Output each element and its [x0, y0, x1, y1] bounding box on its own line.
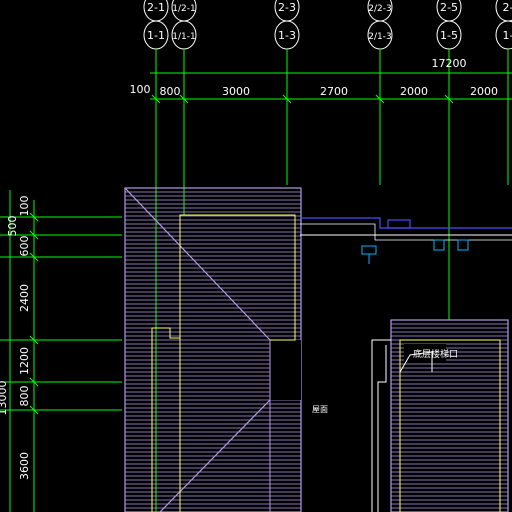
dimension-span: 3000	[222, 85, 250, 98]
equipment-box	[457, 239, 469, 251]
dimension-span: 2700	[320, 85, 348, 98]
cad-drawing-canvas: 2-1 1/2-1 2-3 2/2-3 2-5 2- 1-1 1/1-1 1-3…	[0, 0, 512, 512]
walls	[151, 214, 512, 512]
escalator-note: 底层楼梯口	[413, 348, 458, 360]
roof-right: 底层楼梯口	[371, 319, 509, 512]
axis-labels-top: 2-1 1/2-1 2-3 2/2-3 2-5 2- 1-1 1/1-1 1-3…	[147, 1, 512, 42]
axis-label: 1-5	[440, 29, 458, 42]
axis-label: 2/1-3	[368, 32, 391, 42]
outline-line	[371, 339, 391, 512]
axis-label: 2/2-3	[368, 4, 391, 14]
dimension-left: 600	[18, 236, 31, 257]
dimension-left: 3600	[18, 452, 31, 480]
axis-label: 2-1	[147, 1, 165, 14]
beam-block	[387, 219, 411, 229]
beam-line	[300, 223, 512, 241]
dimension-span: 2000	[470, 85, 498, 98]
grid-lines-vertical	[150, 49, 512, 185]
dimension-left: 500	[6, 216, 19, 237]
axis-label: 1/2-1	[172, 4, 195, 14]
equipment	[361, 239, 469, 264]
dimension-offset: 100	[130, 83, 151, 96]
axis-label: 1-3	[278, 29, 296, 42]
dimension-left-total: 13000	[0, 381, 9, 416]
cad-drawing: 2-1 1/2-1 2-3 2/2-3 2-5 2- 1-1 1/1-1 1-3…	[0, 0, 512, 512]
axis-label: 2-5	[440, 1, 458, 14]
dimension-left: 800	[18, 386, 31, 407]
dimension-span: 800	[160, 85, 181, 98]
room-note: 屋面	[312, 405, 328, 414]
axis-label: 1-1	[147, 29, 165, 42]
dimension-total: 17200	[432, 57, 467, 70]
dimension-texts-left: 100 500 600 2400 1200 800 3600 13000	[0, 196, 31, 481]
dimension-texts-top: 17200 100 800 3000 2700 2000 2000	[130, 57, 499, 98]
beam	[300, 217, 512, 241]
wall-line	[399, 339, 501, 512]
axis-label: 2-3	[278, 1, 296, 14]
axis-label: 1-	[503, 29, 512, 42]
roof-main	[124, 187, 302, 512]
dimension-left: 2400	[18, 284, 31, 312]
dimension-span: 2000	[400, 85, 428, 98]
equipment-box	[433, 239, 445, 251]
dimension-left: 1200	[18, 347, 31, 375]
axis-label: 2-	[503, 1, 512, 14]
dimension-left: 100	[18, 196, 31, 217]
axis-label: 1/1-1	[172, 32, 195, 42]
equipment-box	[361, 245, 377, 255]
